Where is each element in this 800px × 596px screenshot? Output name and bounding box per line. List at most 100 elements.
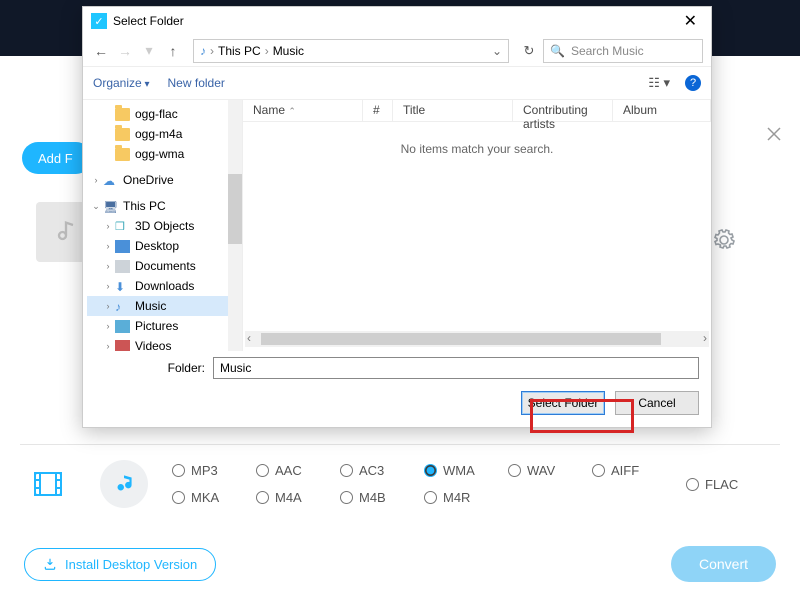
format-label: M4A	[275, 490, 302, 505]
scrollbar-thumb[interactable]	[261, 333, 661, 345]
list-header[interactable]: Name ⌃ # Title Contributing artists Albu…	[243, 100, 711, 122]
tree-item[interactable]: ›Desktop	[87, 236, 242, 256]
folder-input[interactable]	[213, 357, 699, 379]
view-mode-button[interactable]: ☷ ▾	[643, 73, 675, 93]
search-icon: 🔍	[550, 44, 565, 58]
cancel-button[interactable]: Cancel	[615, 391, 699, 415]
tree-label: This PC	[123, 199, 166, 213]
tree-label: ogg-wma	[135, 147, 184, 161]
tree-item-onedrive[interactable]: ›☁OneDrive	[87, 170, 242, 190]
videos-icon	[115, 340, 130, 352]
format-radio[interactable]: WMA	[424, 463, 508, 478]
horizontal-scrollbar[interactable]	[245, 331, 709, 347]
video-output-icon[interactable]	[32, 468, 64, 500]
tree-item[interactable]: ogg-wma	[87, 144, 242, 164]
column-name[interactable]: Name ⌃	[243, 100, 363, 121]
select-folder-dialog: Select Folder ✕ ← → ▾ ↑ ♪ › This PC › Mu…	[82, 6, 712, 428]
folder-input-row: Folder:	[95, 357, 699, 379]
dialog-body: ogg-flac ogg-m4a ogg-wma ›☁OneDrive ⌄🖥Th…	[83, 99, 711, 351]
format-radio[interactable]: AAC	[256, 463, 340, 478]
format-radio[interactable]: M4A	[256, 490, 340, 505]
format-radio[interactable]: AIFF	[592, 463, 676, 478]
search-input[interactable]: 🔍 Search Music	[543, 39, 703, 63]
column-hash[interactable]: #	[363, 100, 393, 121]
empty-state: No items match your search.	[243, 122, 711, 331]
install-label: Install Desktop Version	[65, 557, 197, 572]
folder-icon	[115, 108, 130, 121]
format-radio[interactable]: FLAC	[686, 477, 738, 492]
tree-item[interactable]: ›Videos	[87, 336, 242, 351]
dialog-close-icon[interactable]: ✕	[678, 11, 703, 31]
format-label: M4B	[359, 490, 386, 505]
nav-forward-icon[interactable]: →	[115, 41, 135, 61]
tree-label: Downloads	[135, 279, 194, 293]
audio-output-icon[interactable]	[100, 460, 148, 508]
select-folder-button[interactable]: Select Folder	[521, 391, 605, 415]
nav-back-icon[interactable]: ←	[91, 41, 111, 61]
threed-icon: ❒	[115, 220, 130, 233]
music-icon: ♪	[115, 300, 130, 313]
tree-item[interactable]: ›Pictures	[87, 316, 242, 336]
convert-button[interactable]: Convert	[671, 546, 776, 582]
format-radio[interactable]: WAV	[508, 463, 592, 478]
help-icon[interactable]: ?	[685, 75, 701, 91]
app-icon	[91, 13, 107, 29]
format-radio[interactable]: M4R	[424, 490, 508, 505]
settings-gear-icon[interactable]	[712, 228, 736, 252]
breadcrumb-root[interactable]: This PC	[218, 44, 261, 58]
button-row: Select Folder Cancel	[95, 391, 699, 415]
desktop-icon	[115, 240, 130, 253]
folder-icon	[115, 128, 130, 141]
folder-label: Folder:	[95, 361, 205, 375]
dialog-titlebar: Select Folder ✕	[83, 7, 711, 35]
format-label: AIFF	[611, 463, 639, 478]
address-dropdown-icon[interactable]: ⌄	[492, 44, 502, 58]
empty-text: No items match your search.	[401, 142, 554, 331]
address-bar[interactable]: ♪ › This PC › Music ⌄	[193, 39, 509, 63]
folder-icon	[115, 148, 130, 161]
tree-item[interactable]: ogg-m4a	[87, 124, 242, 144]
format-radio[interactable]: M4B	[340, 490, 424, 505]
column-title[interactable]: Title	[393, 100, 513, 121]
pc-icon: 🖥	[103, 200, 118, 213]
downloads-icon: ⬇	[115, 280, 130, 293]
organize-menu[interactable]: Organize	[93, 76, 150, 90]
column-album[interactable]: Album	[613, 100, 711, 121]
dialog-footer: Folder: Select Folder Cancel	[83, 351, 711, 427]
format-radio[interactable]: MKA	[172, 490, 256, 505]
format-radio[interactable]: AC3	[340, 463, 424, 478]
breadcrumb-sep-icon: ›	[265, 44, 269, 58]
refresh-icon[interactable]: ↻	[519, 43, 539, 59]
format-label: MKA	[191, 490, 219, 505]
tree-scrollbar-thumb[interactable]	[228, 174, 242, 244]
format-selector: MP3 AAC AC3 WMA WAV AIFF MKA M4A M4B M4R…	[32, 460, 776, 508]
format-radio[interactable]: MP3	[172, 463, 256, 478]
documents-icon	[115, 260, 130, 273]
tree-item[interactable]: ›❒3D Objects	[87, 216, 242, 236]
tree-label: Documents	[135, 259, 196, 273]
tree-item-music[interactable]: ›♪Music	[87, 296, 242, 316]
install-desktop-button[interactable]: Install Desktop Version	[24, 548, 216, 581]
tree-label: Pictures	[135, 319, 178, 333]
tree-item[interactable]: ›⬇Downloads	[87, 276, 242, 296]
tree-label: Desktop	[135, 239, 179, 253]
format-label: AC3	[359, 463, 384, 478]
tree-item-thispc[interactable]: ⌄🖥This PC	[87, 196, 242, 216]
breadcrumb-sep-icon: ›	[210, 44, 214, 58]
nav-up-icon[interactable]: ↑	[163, 41, 183, 61]
tree-label: ogg-m4a	[135, 127, 182, 141]
file-list: Name ⌃ # Title Contributing artists Albu…	[243, 100, 711, 351]
format-label: MP3	[191, 463, 218, 478]
new-folder-button[interactable]: New folder	[168, 76, 225, 90]
breadcrumb-current[interactable]: Music	[273, 44, 304, 58]
close-panel-icon[interactable]	[760, 120, 788, 148]
tree-item[interactable]: ogg-flac	[87, 104, 242, 124]
column-artists[interactable]: Contributing artists	[513, 100, 613, 121]
format-radio-grid: MP3 AAC AC3 WMA WAV AIFF MKA M4A M4B M4R	[172, 463, 676, 505]
search-placeholder: Search Music	[571, 44, 644, 58]
nav-recent-icon[interactable]: ▾	[139, 41, 159, 61]
music-icon: ♪	[200, 44, 206, 58]
tree-item[interactable]: ›Documents	[87, 256, 242, 276]
tree-label: Music	[135, 299, 166, 313]
folder-tree[interactable]: ogg-flac ogg-m4a ogg-wma ›☁OneDrive ⌄🖥Th…	[83, 100, 243, 351]
